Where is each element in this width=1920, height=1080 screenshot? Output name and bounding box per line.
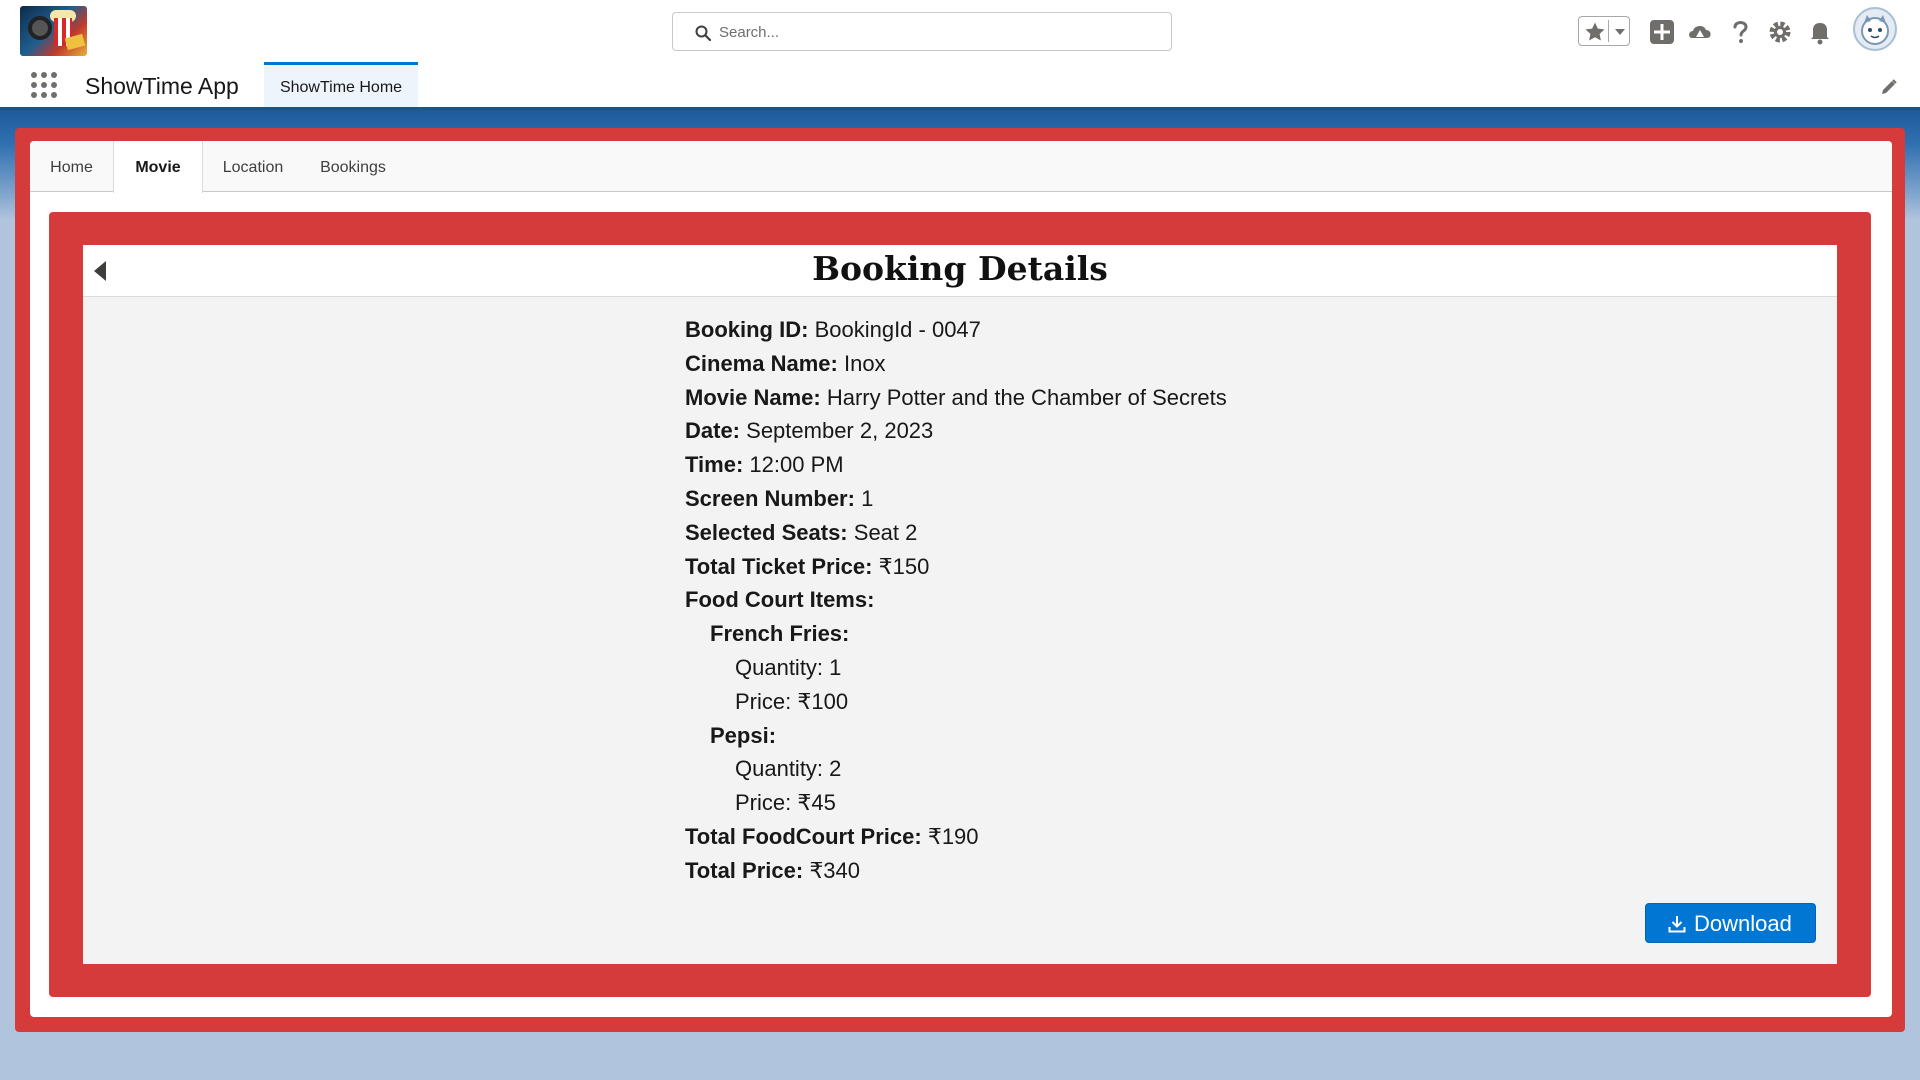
download-label: Download [1694, 911, 1792, 936]
movie-name-row: Movie Name: Harry Potter and the Chamber… [685, 381, 1485, 415]
global-header [0, 0, 1920, 62]
download-icon [1668, 916, 1686, 933]
favorites-group [1578, 16, 1630, 46]
field-value: BookingId - 0047 [814, 317, 981, 342]
user-avatar-icon [1861, 15, 1889, 45]
food-item-quantity: Quantity: 2 [735, 756, 842, 782]
field-label: Movie Name: [685, 384, 821, 410]
tab-home[interactable]: Home [30, 141, 113, 192]
add-icon[interactable] [1648, 18, 1676, 46]
booking-details-card: Booking Details Booking ID: BookingId - … [83, 245, 1837, 964]
field-value: ₹340 [809, 857, 861, 883]
screen-number-row: Screen Number: 1 [685, 482, 1485, 516]
food-item-label: French Fries: [710, 621, 850, 647]
divider [1608, 20, 1609, 42]
field-label: Date: [685, 418, 741, 444]
food-item-quantity: Quantity: 1 [735, 654, 842, 680]
total-ticket-price-row: Total Ticket Price: ₹150 [685, 550, 1485, 584]
total-price-row: Total Price: ₹340 [685, 854, 1485, 888]
field-label: Selected Seats: [685, 519, 848, 545]
booking-details-header: Booking Details [83, 245, 1837, 297]
search-icon [695, 25, 711, 41]
edit-pencil-icon[interactable] [1880, 78, 1898, 96]
booking-id-row: Booking ID: BookingId - 0047 [685, 313, 1485, 347]
cinema-name-row: Cinema Name: Inox [685, 347, 1485, 381]
field-label: Food Court Items: [685, 587, 875, 613]
bell-icon[interactable] [1806, 18, 1834, 46]
date-row: Date: September 2, 2023 [685, 414, 1485, 448]
favorites-star-icon[interactable] [1583, 20, 1607, 44]
chevron-down-icon[interactable] [1612, 23, 1628, 39]
field-value: ₹190 [927, 823, 979, 849]
field-value: Inox [843, 350, 886, 376]
gear-icon[interactable] [1766, 18, 1794, 46]
field-label: Cinema Name: [685, 350, 838, 376]
field-label: Screen Number: [685, 485, 855, 511]
time-row: Time: 12:00 PM [685, 448, 1485, 482]
app-name: ShowTime App [85, 73, 239, 99]
search-input[interactable] [719, 19, 1149, 45]
tab-movie[interactable]: Movie [113, 141, 203, 193]
food-item-price: Price: ₹100 [735, 688, 849, 714]
food-item-price: Price: ₹45 [735, 790, 836, 816]
food-item-name: French Fries: [685, 617, 1485, 651]
avatar[interactable] [1853, 7, 1897, 51]
selected-seats-row: Selected Seats: Seat 2 [685, 516, 1485, 550]
field-label: Total Ticket Price: [685, 553, 873, 579]
total-foodcourt-price-row: Total FoodCourt Price: ₹190 [685, 820, 1485, 854]
field-label: Time: [685, 452, 744, 478]
field-label: Total Price: [685, 857, 804, 883]
field-value: ₹150 [878, 553, 930, 579]
food-item-name: Pepsi: [685, 719, 1485, 753]
field-label: Booking ID: [685, 317, 809, 342]
tab-location[interactable]: Location [203, 141, 303, 192]
field-value: September 2, 2023 [746, 418, 934, 444]
booking-details-list: Booking ID: BookingId - 0047 Cinema Name… [685, 313, 1485, 888]
field-value: 12:00 PM [749, 452, 844, 478]
page-tabs: Home Movie Location Bookings [30, 141, 1892, 193]
field-value: Seat 2 [853, 519, 918, 545]
page-title: Booking Details [812, 249, 1108, 288]
tab-bookings[interactable]: Bookings [303, 141, 403, 192]
food-court-items-row: Food Court Items: [685, 583, 1485, 617]
field-value: Harry Potter and the Chamber of Secrets [826, 384, 1227, 410]
app-logo[interactable] [20, 6, 87, 56]
app-nav-bar: ShowTime App ShowTime Home [0, 62, 1920, 110]
trailhead-icon[interactable] [1686, 18, 1714, 46]
field-value: 1 [861, 485, 874, 511]
global-search[interactable] [672, 12, 1172, 51]
nav-tab-showtime-home[interactable]: ShowTime Home [264, 62, 418, 107]
field-label: Total FoodCourt Price: [685, 823, 922, 849]
logo-film-reel [28, 16, 52, 40]
help-icon[interactable] [1726, 18, 1754, 46]
app-launcher-icon[interactable] [30, 71, 58, 99]
food-item-label: Pepsi: [710, 722, 777, 748]
download-button[interactable]: Download [1645, 903, 1816, 943]
